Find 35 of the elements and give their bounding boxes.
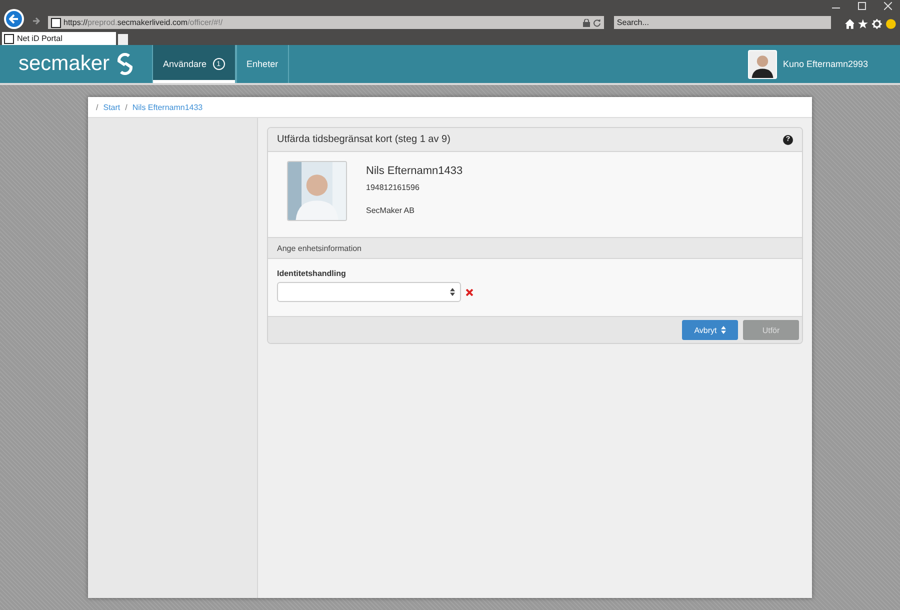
breadcrumb-separator: / bbox=[125, 102, 128, 112]
breadcrumb-link[interactable]: Start bbox=[103, 102, 120, 112]
site-icon bbox=[4, 34, 14, 44]
action-button[interactable]: Avbryt bbox=[682, 320, 738, 340]
maximize-icon[interactable] bbox=[858, 2, 866, 10]
browser-tab[interactable]: Net iD Portal bbox=[2, 32, 116, 45]
site-icon bbox=[50, 18, 60, 28]
logo-text: secmaker bbox=[18, 52, 110, 76]
sort-icon bbox=[450, 288, 455, 296]
url-text: https://preprod.secmakerliveid.com/officer/#!/ bbox=[64, 18, 224, 27]
organization: SecMaker AB bbox=[366, 206, 416, 215]
logo-icon bbox=[116, 53, 134, 75]
back-arrow-icon bbox=[8, 14, 19, 24]
forward-arrow-icon bbox=[32, 17, 40, 25]
select-field[interactable] bbox=[277, 282, 461, 302]
refresh-icon[interactable] bbox=[592, 18, 601, 26]
user-name[interactable]: Kuno Efternamn2993 bbox=[782, 59, 868, 69]
close-icon[interactable] bbox=[884, 2, 892, 10]
sort-icon bbox=[720, 326, 726, 334]
section-title: Ange enhetsinformation bbox=[277, 244, 362, 252]
home-icon[interactable] bbox=[844, 19, 854, 29]
back-button[interactable] bbox=[4, 9, 24, 29]
avatar bbox=[748, 50, 777, 78]
breadcrumb-link[interactable]: Nils Efternamn1433 bbox=[132, 102, 203, 112]
breadcrumb-separator: / bbox=[96, 102, 98, 112]
address-bar[interactable]: https://preprod.secmakerliveid.com/officer/#!/ bbox=[48, 16, 604, 29]
search-field[interactable]: Search... bbox=[614, 16, 831, 29]
settings-icon[interactable] bbox=[872, 19, 882, 29]
person-name: Nils Efternamn1433 bbox=[366, 165, 463, 177]
person-id: 194812161596 bbox=[366, 183, 420, 192]
lock-icon bbox=[582, 18, 590, 26]
star-icon[interactable] bbox=[858, 19, 868, 29]
panel-title: Utfärda tidsbegränsat kort (steg 1 av 9) bbox=[277, 134, 450, 145]
nav-tab[interactable]: Enheter bbox=[236, 45, 290, 83]
field-label: Identitetshandling bbox=[277, 269, 347, 278]
